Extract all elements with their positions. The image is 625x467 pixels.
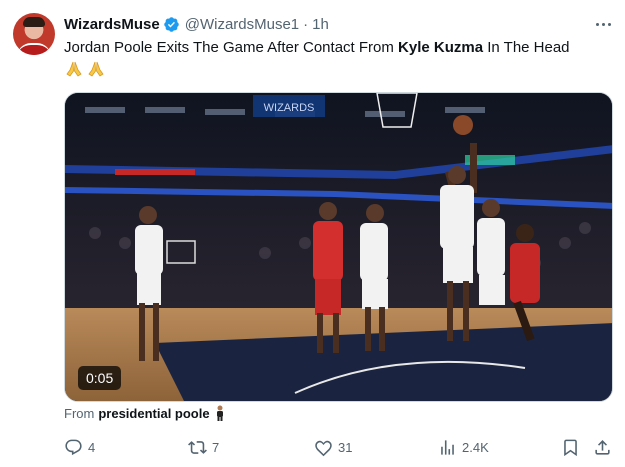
from-label: From — [64, 405, 95, 421]
share-icon — [595, 439, 610, 455]
avatar-hair — [23, 17, 45, 27]
folded-hands-emoji-icon — [66, 61, 82, 77]
tweet-text-prefix: Jordan Poole Exits The Game After Contac… — [64, 39, 399, 56]
emoji-row — [64, 59, 106, 79]
video-duration-badge: 0:05 — [78, 366, 122, 390]
arena-banner-text: WIZARDS — [264, 102, 315, 114]
repost-button[interactable]: 7 — [188, 436, 219, 458]
author-handle[interactable]: @WizardsMuse1 — [185, 16, 299, 33]
repost-icon — [188, 440, 207, 454]
media-source: From presidential poole — [64, 405, 226, 421]
repost-count: 7 — [212, 439, 220, 455]
share-button[interactable] — [593, 436, 612, 458]
tweet-text: Jordan Poole Exits The Game After Contac… — [64, 38, 609, 58]
from-source-name[interactable]: presidential poole — [98, 406, 209, 421]
avatar-jersey — [17, 43, 51, 55]
author-avatar[interactable] — [13, 13, 55, 55]
author-name[interactable]: WizardsMuse — [64, 16, 160, 33]
bookmark-button[interactable] — [561, 436, 580, 458]
tweet-timestamp[interactable]: 1h — [312, 16, 329, 33]
folded-hands-emoji-icon — [88, 61, 104, 77]
tweet-header: WizardsMuse @WizardsMuse1 · 1h — [64, 14, 329, 34]
tweet-mention-bold: Kyle Kuzma — [398, 39, 484, 56]
action-bar: 4 7 31 2.4K — [64, 436, 619, 460]
views-count: 2.4K — [462, 439, 489, 455]
person-in-suit-emoji-icon — [216, 405, 223, 421]
bookmark-icon — [564, 439, 577, 456]
tweet-text-suffix: In The Head — [483, 39, 570, 56]
video-player[interactable]: WIZARDS 0:05 — [64, 92, 613, 402]
verified-badge-icon — [163, 16, 179, 32]
video-frame: WIZARDS — [65, 93, 612, 401]
like-button[interactable]: 31 — [314, 436, 352, 458]
analytics-icon — [441, 439, 454, 455]
reply-icon — [65, 439, 82, 455]
heart-icon — [315, 440, 332, 456]
more-options-icon[interactable] — [590, 14, 616, 34]
reply-count: 4 — [88, 439, 96, 455]
header-separator: · — [303, 15, 309, 33]
like-count: 31 — [338, 439, 353, 455]
reply-button[interactable]: 4 — [64, 436, 95, 458]
views-button[interactable]: 2.4K — [438, 436, 489, 458]
